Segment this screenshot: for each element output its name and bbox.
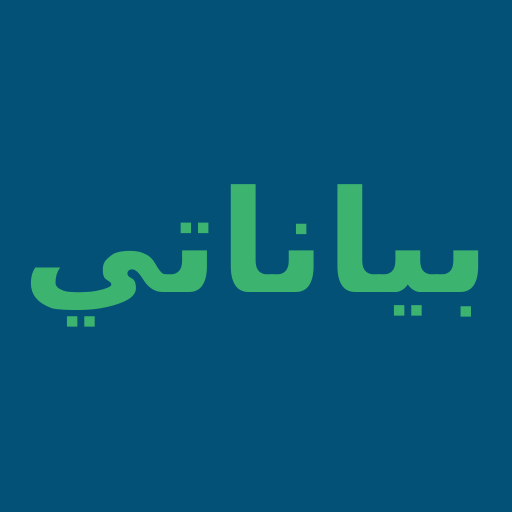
app-wordmark: بياناتي	[21, 161, 491, 326]
app-icon: بياناتي	[0, 0, 512, 512]
